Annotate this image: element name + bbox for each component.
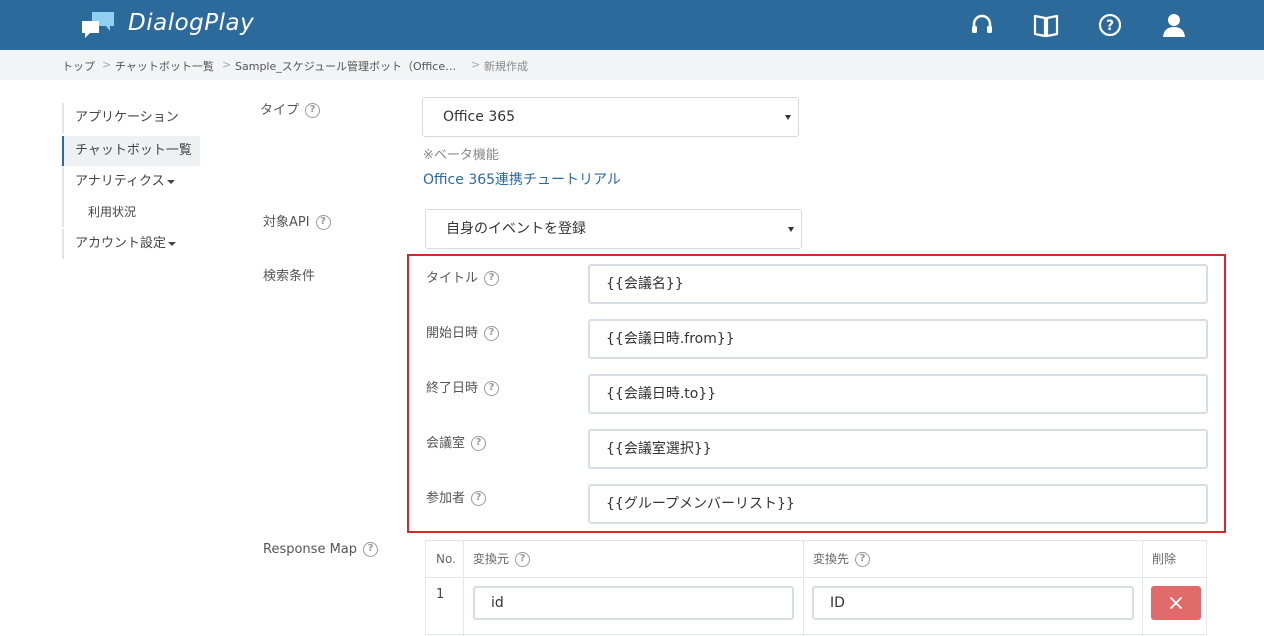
help-icon[interactable]: ?: [471, 436, 487, 451]
sidebar-item-account-settings[interactable]: アカウント設定: [62, 229, 200, 259]
target-api-select[interactable]: 自身のイベントを登録: [425, 209, 802, 249]
column-divider: [463, 541, 464, 636]
breadcrumb-separator: >: [222, 58, 232, 71]
help-icon[interactable]: ?: [855, 552, 871, 567]
sidebar-item-label: 利用状況: [88, 205, 137, 219]
column-header-no: No.: [436, 552, 456, 566]
sidebar-item-label: アナリティクス: [75, 174, 165, 189]
title-input[interactable]: {{会議名}}: [588, 264, 1208, 304]
svg-text:?: ?: [1106, 18, 1114, 34]
dropdown-arrow-icon: [788, 227, 794, 232]
type-label: タイプ?: [260, 99, 321, 118]
help-icon[interactable]: ?: [305, 103, 321, 118]
row-number: 1: [436, 587, 445, 602]
start-datetime-input[interactable]: {{会議日時.from}}: [588, 319, 1208, 359]
sidebar-item-analytics[interactable]: アナリティクス: [62, 167, 200, 197]
user-icon[interactable]: [1161, 12, 1187, 38]
meeting-room-label: 会議室?: [426, 432, 487, 451]
start-datetime-label: 開始日時?: [426, 322, 500, 341]
breadcrumb-separator: >: [471, 58, 481, 71]
target-api-label: 対象API?: [263, 211, 331, 230]
breadcrumb: トップ > チャットボット一覧 > Sample_スケジュール管理ボット（Off…: [0, 50, 1264, 80]
sidebar-item-label: アカウント設定: [75, 236, 167, 251]
help-icon[interactable]: ?: [484, 271, 500, 286]
help-icon[interactable]: ?: [1097, 12, 1123, 38]
sidebar-item-application[interactable]: アプリケーション: [62, 103, 200, 133]
breadcrumb-separator: >: [102, 58, 112, 71]
help-icon[interactable]: ?: [484, 381, 500, 396]
source-input[interactable]: id: [473, 586, 794, 620]
help-icon[interactable]: ?: [363, 542, 379, 557]
breadcrumb-top[interactable]: トップ: [62, 58, 95, 74]
response-map-label: Response Map?: [263, 542, 379, 557]
attendees-input[interactable]: {{グループメンバーリスト}}: [588, 484, 1208, 524]
column-header-source: 変換元?: [463, 541, 531, 578]
dropdown-arrow-icon: [785, 115, 791, 120]
sidebar-item-label: アプリケーション: [75, 110, 179, 125]
title-field-label: タイトル?: [426, 267, 500, 286]
breadcrumb-sample-bot[interactable]: Sample_スケジュール管理ボット（Office…: [235, 58, 456, 74]
end-datetime-input[interactable]: {{会議日時.to}}: [588, 374, 1208, 414]
search-conditions-label: 検索条件: [263, 269, 316, 284]
column-header-delete: 削除: [1152, 552, 1177, 566]
close-icon: [1170, 597, 1182, 609]
breadcrumb-current: 新規作成: [484, 60, 528, 73]
end-datetime-label: 終了日時?: [426, 377, 500, 396]
attendees-label: 参加者?: [426, 487, 487, 506]
logo-chat-bubbles-icon[interactable]: [82, 10, 118, 40]
column-divider: [1142, 541, 1143, 636]
help-icon[interactable]: ?: [515, 552, 531, 567]
caret-down-icon: [166, 179, 175, 184]
sidebar-item-label: チャットボット一覧: [75, 143, 192, 158]
help-icon[interactable]: ?: [315, 215, 331, 230]
column-header-target: 変換先?: [803, 541, 871, 578]
breadcrumb-chatbot-list[interactable]: チャットボット一覧: [115, 58, 214, 74]
delete-row-button[interactable]: [1151, 586, 1201, 620]
beta-note: ※ベータ機能: [423, 148, 499, 163]
type-select[interactable]: Office 365: [422, 97, 799, 137]
header-divider: [426, 577, 1206, 578]
top-header: DialogPlay ?: [0, 0, 1264, 50]
sidebar-item-chatbot-list[interactable]: チャットボット一覧: [62, 136, 200, 166]
brand-name[interactable]: DialogPlay: [128, 10, 254, 36]
sidebar-item-usage[interactable]: 利用状況: [62, 197, 200, 227]
support-headset-icon[interactable]: [969, 12, 995, 38]
caret-down-icon: [168, 241, 177, 246]
help-icon[interactable]: ?: [471, 491, 487, 506]
response-map-table: No. 変換元? 変換先? 削除 1 id ID: [425, 540, 1207, 636]
column-divider: [803, 541, 804, 636]
meeting-room-input[interactable]: {{会議室選択}}: [588, 429, 1208, 469]
office365-tutorial-link[interactable]: Office 365連携チュートリアル: [423, 169, 621, 189]
manual-book-icon[interactable]: [1033, 12, 1059, 38]
help-icon[interactable]: ?: [484, 326, 500, 341]
target-input[interactable]: ID: [812, 586, 1134, 620]
